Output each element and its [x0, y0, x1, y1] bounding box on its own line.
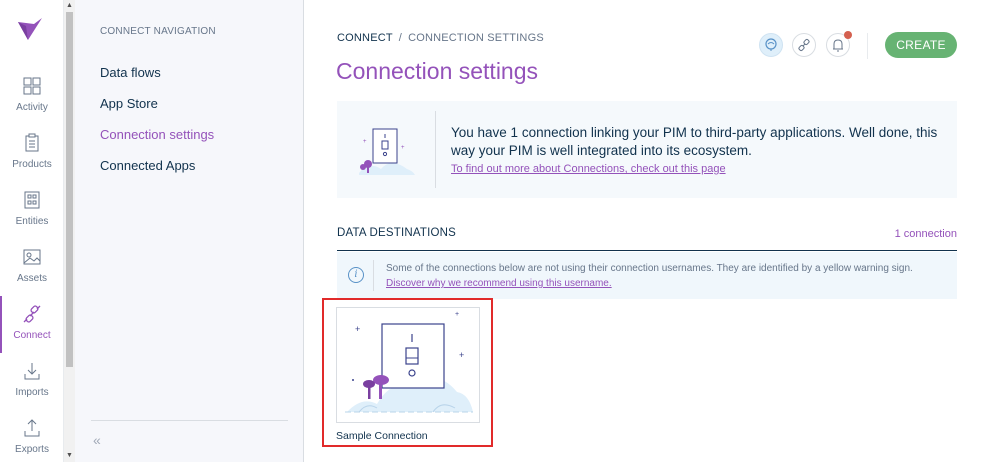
- exports-icon: [24, 419, 40, 437]
- help-brain-icon: [765, 38, 777, 51]
- divider: [91, 420, 288, 421]
- sub-nav-title: CONNECT NAVIGATION: [100, 26, 216, 37]
- menu-item-assets[interactable]: Assets: [0, 239, 64, 296]
- section-underline: [337, 250, 957, 251]
- menu-item-label: Products: [12, 159, 52, 170]
- menu-item-label: Assets: [16, 273, 47, 284]
- sub-nav-item-app-store[interactable]: App Store: [100, 96, 158, 111]
- menu-item-exports[interactable]: Exports: [0, 410, 64, 462]
- imports-icon: [24, 363, 40, 380]
- page-title: Connection settings: [336, 58, 539, 84]
- connection-count: 1 connection: [894, 228, 957, 240]
- breadcrumb-root[interactable]: CONNECT: [337, 32, 393, 44]
- menu-item-label: Exports: [15, 444, 49, 455]
- main-content: CONNECT / CONNECTION SETTINGS Connection s…: [305, 0, 1000, 462]
- plug-icon: [798, 38, 810, 52]
- help-button[interactable]: [759, 33, 783, 57]
- create-button[interactable]: CREATE: [885, 32, 957, 58]
- menu-item-label: Entities: [15, 216, 49, 227]
- svg-text:+: +: [401, 145, 405, 151]
- divider: [867, 33, 868, 59]
- menu-item-label: Imports: [15, 387, 49, 398]
- sub-nav-item-connection-settings[interactable]: Connection settings: [100, 127, 214, 142]
- entities-icon: [24, 191, 40, 209]
- assets-icon: [23, 249, 41, 265]
- divider: [435, 111, 436, 188]
- menu-scrollbar[interactable]: ▲ ▼: [64, 0, 75, 462]
- products-icon: [25, 133, 39, 152]
- helper-text: Some of the connections below are not us…: [386, 263, 913, 274]
- breadcrumb: CONNECT / CONNECTION SETTINGS: [337, 32, 544, 44]
- menu-item-imports[interactable]: Imports: [0, 353, 64, 410]
- connection-illustration-icon: + +: [359, 128, 415, 175]
- main-menu: Activity Products Entities Assets Connec…: [0, 0, 64, 462]
- breadcrumb-current: CONNECTION SETTINGS: [408, 32, 544, 44]
- menu-item-products[interactable]: Products: [0, 125, 64, 182]
- notification-badge: [844, 31, 852, 39]
- connect-icon: [23, 305, 41, 323]
- notifications-button[interactable]: [826, 31, 852, 57]
- sub-nav-item-data-flows[interactable]: Data flows: [100, 65, 161, 80]
- connection-card[interactable]: + + +: [336, 307, 480, 423]
- akeneo-logo[interactable]: [16, 14, 46, 44]
- breadcrumb-separator: /: [398, 32, 403, 44]
- info-icon: i: [348, 267, 364, 283]
- collapse-chevron-icon[interactable]: «: [93, 432, 101, 448]
- menu-item-label: Connect: [13, 330, 51, 341]
- activity-icon: [23, 77, 41, 95]
- learn-more-link[interactable]: To find out more about Connections, chec…: [451, 163, 726, 175]
- username-recommendation-link[interactable]: Discover why we recommend using this use…: [386, 278, 612, 289]
- scroll-down-arrow-icon[interactable]: ▼: [66, 452, 73, 460]
- menu-item-activity[interactable]: Activity: [0, 68, 64, 125]
- scroll-up-arrow-icon[interactable]: ▲: [66, 2, 73, 10]
- connection-card-illustration-icon: + + +: [345, 311, 473, 413]
- connect-navigation: CONNECT NAVIGATION Data flows App Store …: [75, 0, 304, 462]
- svg-text:+: +: [363, 139, 367, 145]
- info-box: + + You have 1 connection linking your P…: [337, 101, 957, 198]
- sub-nav-item-connected-apps[interactable]: Connected Apps: [100, 158, 195, 173]
- info-text: You have 1 connection linking your PIM t…: [451, 125, 938, 158]
- svg-text:+: +: [455, 311, 459, 318]
- menu-item-connect[interactable]: Connect: [0, 296, 64, 353]
- connect-shortcut-button[interactable]: [792, 33, 816, 57]
- section-title: DATA DESTINATIONS: [337, 227, 457, 239]
- helper-message: i Some of the connections below are not …: [337, 252, 957, 299]
- scroll-thumb[interactable]: [66, 12, 73, 367]
- connection-card-label[interactable]: Sample Connection: [336, 430, 428, 442]
- svg-text:+: +: [459, 350, 464, 360]
- menu-item-label: Activity: [16, 102, 48, 113]
- divider: [373, 260, 374, 291]
- menu-item-entities[interactable]: Entities: [0, 182, 64, 239]
- svg-text:+: +: [355, 324, 360, 334]
